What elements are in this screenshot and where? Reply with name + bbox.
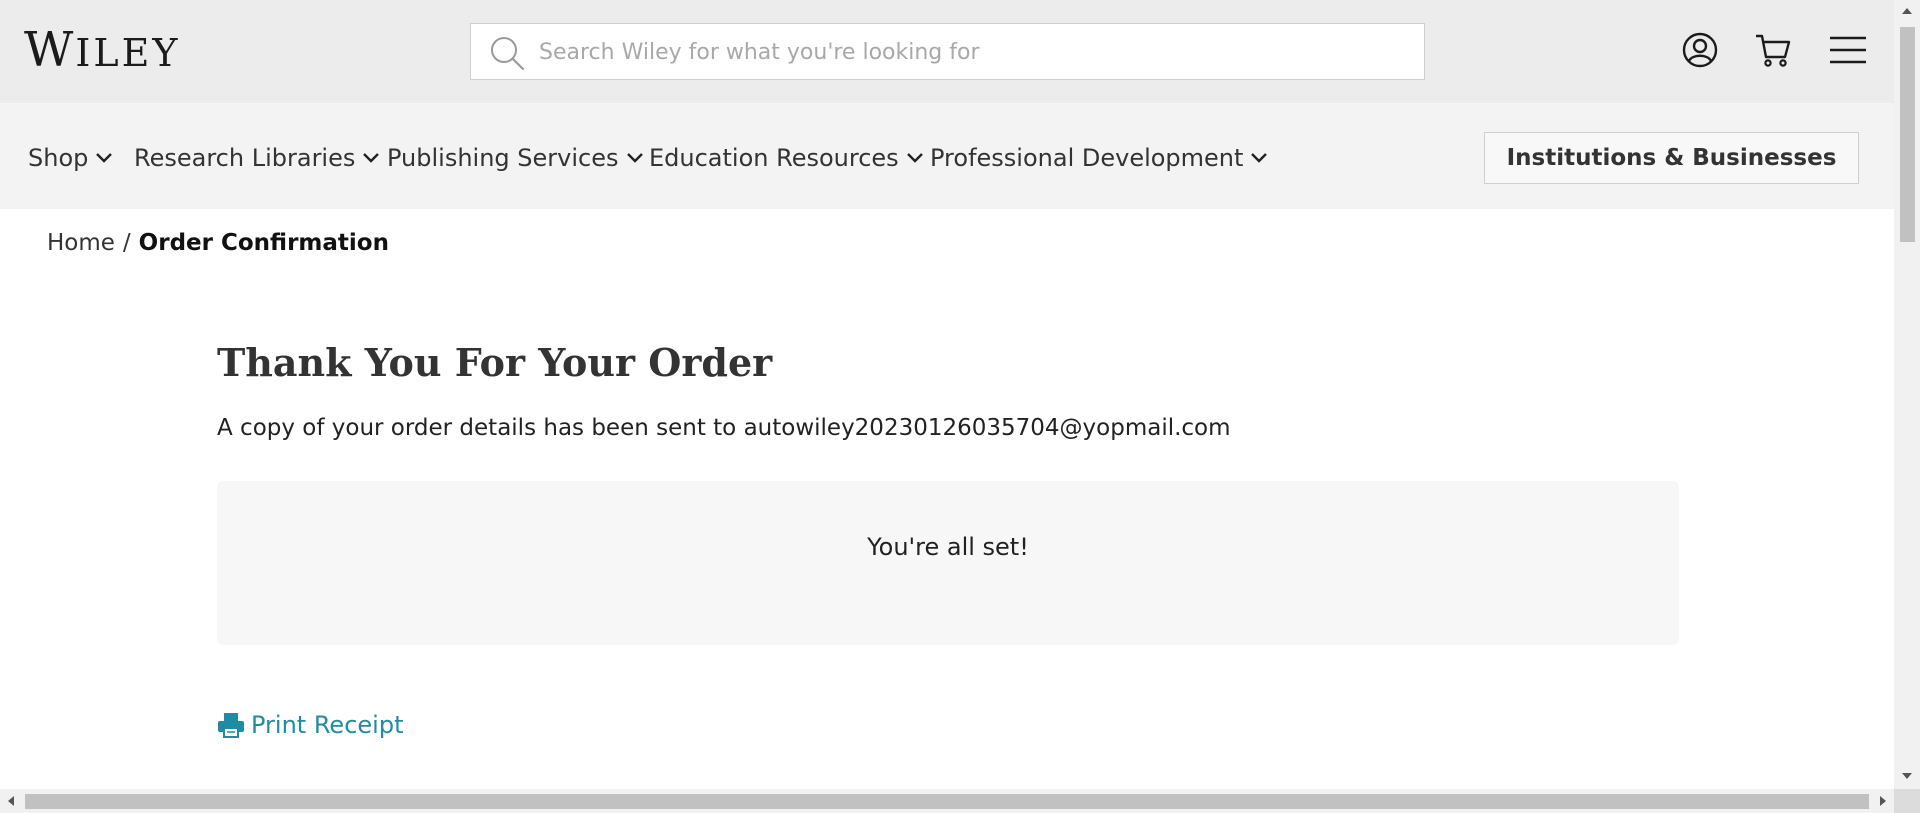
order-email-notice: A copy of your order details has been se… xyxy=(217,415,1231,441)
institutions-businesses-label: Institutions & Businesses xyxy=(1506,145,1837,171)
scroll-right-icon[interactable] xyxy=(1880,796,1886,806)
vertical-scroll-thumb[interactable] xyxy=(1900,27,1915,242)
scrollbar-corner xyxy=(1894,789,1920,813)
page-viewport: WILEY Shop R xyxy=(0,0,1894,789)
breadcrumb-home-link[interactable]: Home xyxy=(47,230,115,256)
chevron-down-icon xyxy=(626,153,643,163)
nav-item-label: Shop xyxy=(28,144,89,172)
account-icon[interactable] xyxy=(1680,30,1720,70)
nav-item-label: Publishing Services xyxy=(387,144,619,172)
scroll-down-icon[interactable] xyxy=(1902,773,1912,779)
menu-icon[interactable] xyxy=(1828,30,1868,70)
order-status-panel: You're all set! xyxy=(217,481,1679,645)
nav-item-shop[interactable]: Shop xyxy=(28,143,113,173)
chevron-down-icon xyxy=(1251,153,1268,163)
nav-item-label: Professional Development xyxy=(930,144,1244,172)
search-icon[interactable] xyxy=(489,35,525,71)
main-nav: Shop Research Libraries Publishing Servi… xyxy=(0,103,1894,209)
chevron-down-icon xyxy=(96,153,113,163)
nav-item-label: Education Resources xyxy=(649,144,899,172)
logo-rest: ILEY xyxy=(75,31,181,75)
page-title: Thank You For Your Order xyxy=(217,340,773,385)
print-receipt-label: Print Receipt xyxy=(251,711,404,739)
search-box xyxy=(470,23,1425,80)
wiley-logo[interactable]: WILEY xyxy=(24,22,180,81)
breadcrumb: Home / Order Confirmation xyxy=(47,230,389,256)
logo-initial: W xyxy=(24,22,76,78)
nav-item-label: Research Libraries xyxy=(134,144,356,172)
top-header: WILEY xyxy=(0,0,1894,103)
nav-item-education-resources[interactable]: Education Resources xyxy=(649,143,923,173)
breadcrumb-separator: / xyxy=(122,230,131,256)
cart-icon[interactable] xyxy=(1753,30,1793,70)
print-receipt-link[interactable]: Print Receipt xyxy=(217,711,403,739)
horizontal-scrollbar[interactable] xyxy=(0,789,1894,813)
nav-item-research-libraries[interactable]: Research Libraries xyxy=(134,143,380,173)
chevron-down-icon xyxy=(906,153,923,163)
breadcrumb-current: Order Confirmation xyxy=(138,230,389,256)
order-status-message: You're all set! xyxy=(867,533,1029,561)
chevron-down-icon xyxy=(363,153,380,163)
nav-item-publishing-services[interactable]: Publishing Services xyxy=(387,143,643,173)
scroll-left-icon[interactable] xyxy=(8,796,14,806)
printer-icon xyxy=(218,713,244,738)
search-input[interactable] xyxy=(539,32,1409,72)
nav-item-professional-development[interactable]: Professional Development xyxy=(930,143,1268,173)
scroll-up-icon[interactable] xyxy=(1902,8,1912,14)
institutions-businesses-button[interactable]: Institutions & Businesses xyxy=(1484,132,1859,184)
horizontal-scroll-thumb[interactable] xyxy=(25,794,1869,809)
vertical-scrollbar[interactable] xyxy=(1894,0,1920,789)
